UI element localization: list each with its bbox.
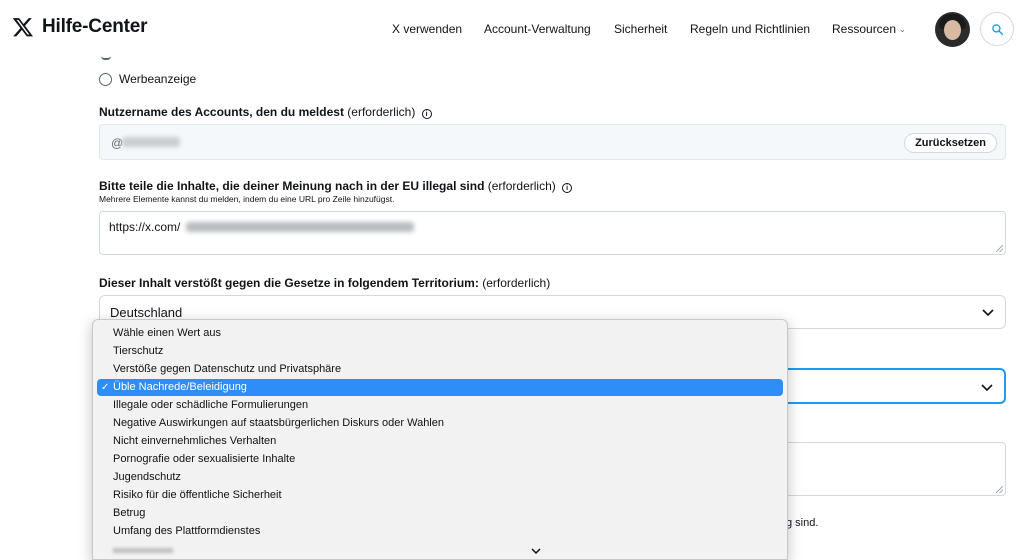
radio-label: Werbeanzeige (119, 72, 197, 86)
info-icon[interactable]: i (421, 109, 432, 119)
avatar[interactable] (935, 12, 970, 47)
content-url-textarea[interactable]: https://x.com/ (99, 211, 1006, 255)
chevron-down-icon: ⌄ (899, 25, 906, 34)
option-buergerlicher-diskurs[interactable]: Negative Auswirkungen auf staatsbürgerli… (97, 415, 783, 432)
nav-x-verwenden[interactable]: X verwenden (392, 22, 462, 36)
option-betrug[interactable]: Betrug (97, 505, 783, 522)
required-suffix: (erforderlich) (482, 276, 551, 290)
option-label: Üble Nachrede/Beleidigung (113, 381, 247, 393)
nav-regeln-richtlinien[interactable]: Regeln und Richtlinien (690, 22, 810, 36)
radio-werbeanzeige[interactable]: Werbeanzeige (99, 72, 196, 86)
chevron-down-icon (982, 309, 994, 317)
option-tierschutz[interactable]: Tierschutz (97, 343, 783, 360)
option-plattformdienst[interactable]: Umfang des Plattformdienstes (97, 523, 783, 540)
resize-grip-icon[interactable] (996, 245, 1003, 252)
option-datenschutz[interactable]: Verstöße gegen Datenschutz und Privatsph… (97, 361, 783, 378)
nav-ressourcen[interactable]: Ressourcen ⌄ (832, 22, 906, 36)
content-url-value: https://x.com/ (109, 220, 181, 234)
check-icon: ✓ (101, 382, 110, 393)
redacted-username (122, 137, 180, 147)
required-suffix: (erforderlich) (487, 179, 556, 193)
search-button[interactable] (980, 12, 1014, 46)
option-oeffentliche-sicherheit[interactable]: Risiko für die öffentliche Sicherheit (97, 487, 783, 504)
truncated-text: g sind. (786, 517, 819, 529)
username-label-text: Nutzername des Accounts, den du meldest (99, 105, 344, 119)
header: Hilfe-Center X verwenden Account-Verwalt… (0, 0, 1024, 58)
option-placeholder[interactable]: Wähle einen Wert aus (97, 325, 783, 342)
chevron-down-icon (981, 384, 993, 392)
nav-sicherheit[interactable]: Sicherheit (614, 22, 667, 36)
option-pornografie[interactable]: Pornografie oder sexualisierte Inhalte (97, 451, 783, 468)
username-field: @ Zurücksetzen (99, 124, 1006, 160)
redacted-url (186, 222, 414, 232)
info-icon[interactable]: i (562, 183, 573, 193)
search-icon (991, 23, 1003, 35)
option-ueble-nachrede[interactable]: ✓ Üble Nachrede/Beleidigung (97, 379, 783, 396)
territory-value: Deutschland (110, 305, 183, 320)
territory-label-text: Dieser Inhalt verstößt gegen die Gesetze… (99, 276, 479, 290)
chevron-down-icon[interactable] (530, 547, 542, 555)
resize-grip-icon[interactable] (996, 486, 1003, 493)
required-suffix: (erforderlich) (347, 105, 416, 119)
nav-ressourcen-label: Ressourcen (832, 22, 897, 36)
clipped-option (113, 548, 173, 553)
radio-partial[interactable] (101, 56, 111, 60)
option-nicht-einvernehmlich[interactable]: Nicht einvernehmliches Verhalten (97, 433, 783, 450)
category-dropdown-list[interactable]: Wähle einen Wert aus Tierschutz Verstöße… (92, 319, 788, 560)
reset-button[interactable]: Zurücksetzen (904, 133, 997, 153)
username-label: Nutzername des Accounts, den du meldest … (99, 105, 432, 119)
radio-circle[interactable] (99, 72, 112, 86)
content-hint: Mehrere Elemente kannst du melden, indem… (99, 194, 395, 204)
content-label-text: Bitte teile die Inhalte, die deiner Mein… (99, 179, 485, 193)
brand-title: Hilfe-Center (42, 16, 148, 37)
content-label: Bitte teile die Inhalte, die deiner Mein… (99, 179, 573, 193)
x-logo-icon (12, 18, 33, 37)
logo[interactable]: Hilfe-Center (12, 16, 147, 38)
nav-account-verwaltung[interactable]: Account-Verwaltung (484, 22, 591, 36)
option-illegale-formulierungen[interactable]: Illegale oder schädliche Formulierungen (97, 397, 783, 414)
option-jugendschutz[interactable]: Jugendschutz (97, 469, 783, 486)
territory-label: Dieser Inhalt verstößt gegen die Gesetze… (99, 276, 550, 290)
